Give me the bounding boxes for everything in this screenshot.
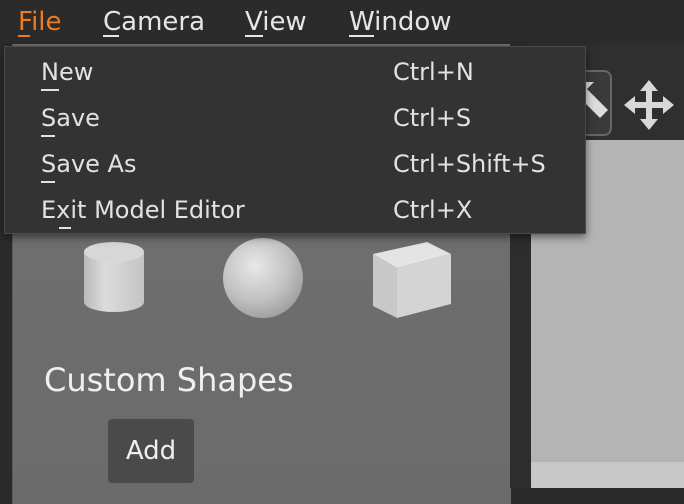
menu-camera[interactable]: Camera	[103, 4, 205, 40]
menu-item-save-as[interactable]: Save As Ctrl+Shift+S	[5, 141, 585, 187]
file-menu-dropdown: New Ctrl+N Save Ctrl+S Save As Ctrl+Shif…	[4, 46, 586, 234]
cube-icon[interactable]	[371, 236, 453, 318]
menu-window-label: Window	[349, 7, 452, 37]
menu-item-label: New	[41, 58, 94, 86]
mnemonic-underline	[41, 89, 59, 91]
mnemonic-underline	[41, 135, 55, 137]
mnemonic-underline	[103, 35, 119, 37]
menu-item-shortcut: Ctrl+N	[393, 58, 474, 86]
menu-item-shortcut: Ctrl+S	[393, 104, 472, 132]
menu-bar: File Camera View Window	[0, 0, 684, 44]
mnemonic-underline	[41, 181, 55, 183]
move-tool-button[interactable]	[624, 80, 674, 130]
menu-item-label: Save	[41, 104, 100, 132]
menu-item-exit-model-editor[interactable]: Exit Model Editor Ctrl+X	[5, 187, 585, 233]
menu-item-save[interactable]: Save Ctrl+S	[5, 95, 585, 141]
custom-shapes-title: Custom Shapes	[44, 361, 294, 399]
add-button[interactable]: Add	[108, 419, 194, 483]
menu-item-label: Save As	[41, 150, 137, 178]
menu-camera-label: Camera	[103, 7, 206, 37]
menu-window[interactable]: Window	[349, 4, 452, 40]
menu-item-shortcut: Ctrl+Shift+S	[393, 150, 546, 178]
cylinder-icon[interactable]	[81, 236, 147, 316]
menu-item-new[interactable]: New Ctrl+N	[5, 49, 585, 95]
mnemonic-underline	[245, 35, 263, 37]
sphere-icon[interactable]	[221, 236, 305, 320]
mnemonic-underline	[59, 227, 71, 229]
move-icon	[624, 80, 674, 130]
viewport-floor	[531, 462, 684, 488]
menu-file[interactable]: File	[18, 4, 62, 40]
mnemonic-underline	[349, 35, 374, 37]
menu-view[interactable]: View	[245, 4, 307, 40]
mnemonic-underline	[18, 35, 30, 37]
menu-file-label: File	[18, 7, 62, 37]
menu-view-label: View	[245, 7, 307, 37]
menu-item-shortcut: Ctrl+X	[393, 196, 473, 224]
menu-item-label: Exit Model Editor	[41, 196, 245, 224]
